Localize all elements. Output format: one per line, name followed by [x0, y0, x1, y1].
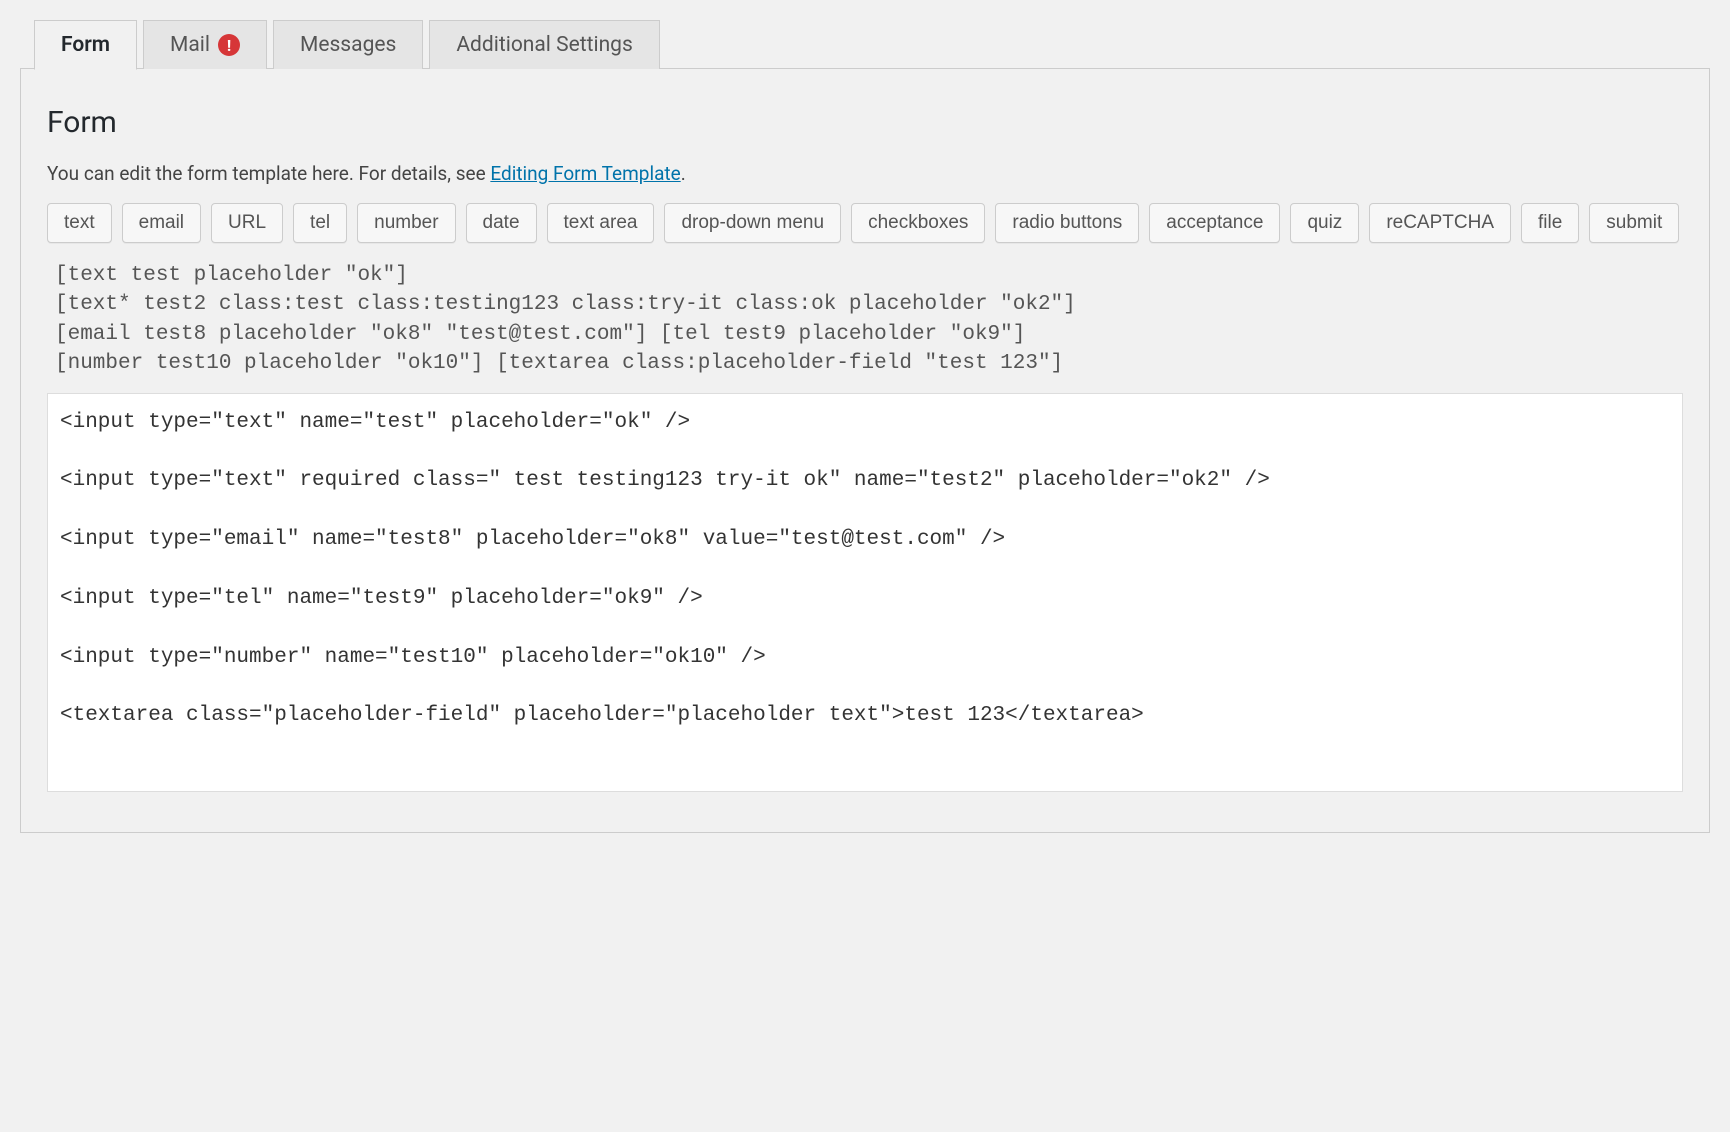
tag-button-drop-down-menu[interactable]: drop-down menu [664, 203, 841, 243]
tag-button-tel[interactable]: tel [293, 203, 347, 243]
tag-button-submit[interactable]: submit [1589, 203, 1679, 243]
tag-button-text[interactable]: text [47, 203, 112, 243]
tab-bar: Form Mail ! Messages Additional Settings [34, 20, 1710, 69]
section-title: Form [47, 105, 1683, 140]
tag-button-email[interactable]: email [122, 203, 201, 243]
intro-prefix: You can edit the form template here. For… [47, 162, 490, 185]
tab-messages[interactable]: Messages [273, 20, 423, 69]
intro-suffix: . [681, 162, 686, 185]
tag-button-quiz[interactable]: quiz [1290, 203, 1359, 243]
tab-form[interactable]: Form [34, 20, 137, 70]
tag-button-radio-buttons[interactable]: radio buttons [995, 203, 1139, 243]
html-output-area[interactable]: <input type="text" name="test" placehold… [47, 393, 1683, 792]
tab-mail[interactable]: Mail ! [143, 20, 267, 69]
tab-form-label: Form [61, 33, 110, 57]
tag-generator-row: textemailURLtelnumber datetext areadrop-d… [47, 203, 1683, 243]
intro-text: You can edit the form template here. For… [47, 162, 1683, 185]
form-panel: Form You can edit the form template here… [20, 68, 1710, 833]
tag-button-file[interactable]: file [1521, 203, 1579, 243]
tab-messages-label: Messages [300, 33, 396, 57]
tag-button-checkboxes[interactable]: checkboxes [851, 203, 985, 243]
tag-button-number[interactable]: number [357, 203, 455, 243]
tab-mail-label: Mail [170, 33, 210, 57]
tag-button-url[interactable]: URL [211, 203, 283, 243]
tab-additional-label: Additional Settings [456, 33, 632, 57]
tag-button-text-area[interactable]: text area [547, 203, 655, 243]
intro-link[interactable]: Editing Form Template [490, 162, 680, 185]
shortcode-area[interactable]: [text test placeholder "ok"] [text* test… [47, 257, 1683, 393]
tag-button-acceptance[interactable]: acceptance [1149, 203, 1280, 243]
tag-button-recaptcha[interactable]: reCAPTCHA [1369, 203, 1511, 243]
tag-button-date[interactable]: date [466, 203, 537, 243]
alert-icon: ! [218, 34, 240, 56]
tab-additional-settings[interactable]: Additional Settings [429, 20, 659, 69]
